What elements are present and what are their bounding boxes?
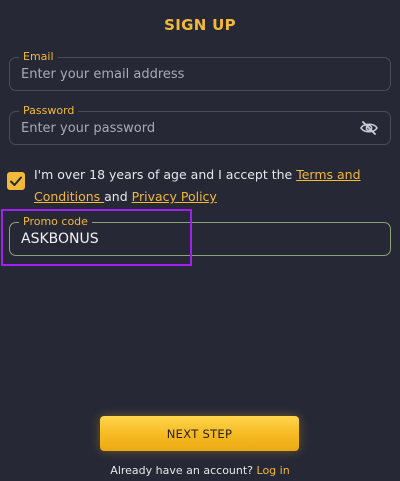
password-field: Password bbox=[9, 103, 391, 145]
email-field: Email bbox=[9, 49, 391, 91]
eye-slash-icon[interactable] bbox=[360, 120, 378, 136]
login-link[interactable]: Log in bbox=[257, 464, 290, 477]
promo-code-field: Promo code bbox=[9, 214, 391, 256]
password-input[interactable] bbox=[21, 112, 351, 144]
login-question: Already have an account? bbox=[110, 464, 254, 477]
checkmark-icon bbox=[10, 176, 22, 186]
email-input[interactable] bbox=[21, 58, 351, 90]
promo-code-input[interactable] bbox=[21, 223, 351, 255]
privacy-link[interactable]: Privacy Policy bbox=[132, 189, 217, 204]
terms-checkbox[interactable] bbox=[7, 172, 25, 190]
next-step-button[interactable]: NEXT STEP bbox=[100, 416, 299, 451]
page-title: SIGN UP bbox=[164, 16, 236, 34]
terms-connector: and bbox=[104, 189, 132, 204]
terms-text: I'm over 18 years of age and I accept th… bbox=[34, 164, 384, 208]
login-prompt: Already have an account? Log in bbox=[0, 464, 400, 477]
terms-prefix: I'm over 18 years of age and I accept th… bbox=[34, 167, 297, 182]
